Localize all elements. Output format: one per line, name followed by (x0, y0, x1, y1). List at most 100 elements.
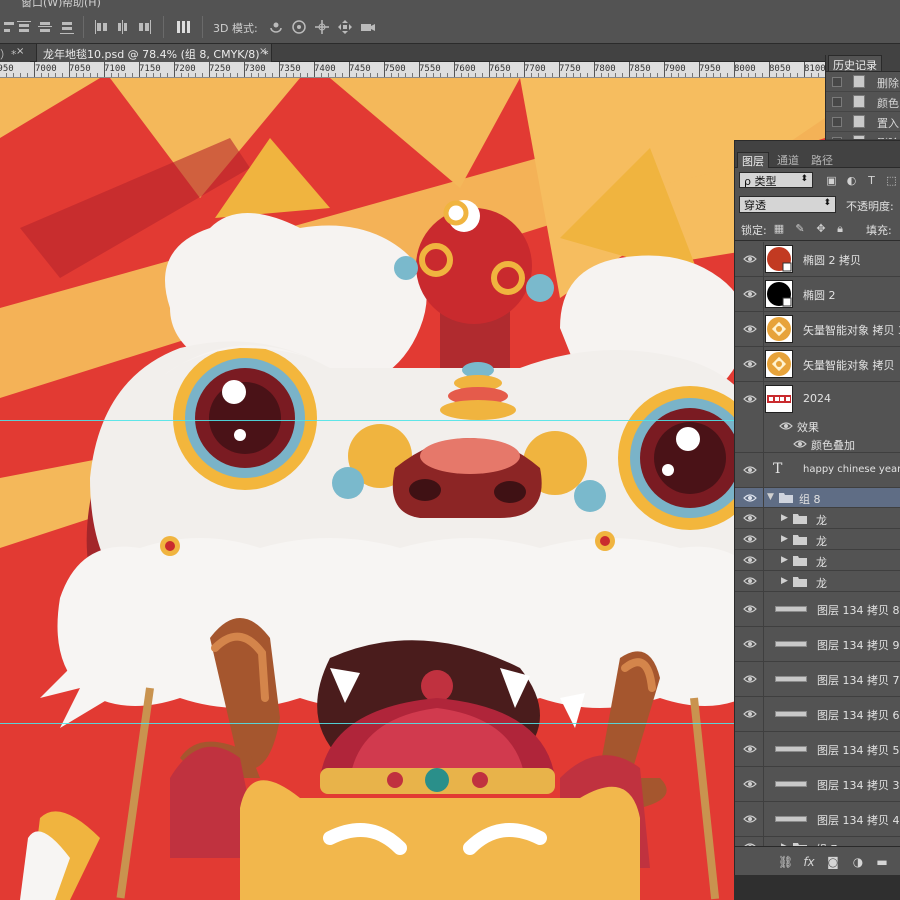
eye-icon[interactable] (743, 289, 757, 299)
history-item[interactable]: 颜色 (826, 92, 900, 112)
layer-group-row[interactable]: ▶ 龙 (735, 571, 900, 592)
eye-icon[interactable] (743, 744, 757, 754)
eye-icon[interactable] (743, 555, 757, 565)
history-item[interactable]: 删除 (826, 132, 900, 140)
auto-align-icon[interactable] (176, 19, 192, 35)
shape-filter-icon[interactable]: ⬚ (885, 174, 898, 187)
lock-all-icon[interactable]: 🔒︎ (834, 223, 846, 235)
eye-icon[interactable] (743, 359, 757, 369)
eye-icon[interactable] (743, 604, 757, 614)
eye-icon[interactable] (793, 439, 807, 449)
horizontal-ruler[interactable]: 6950 7000 7050 7100 7150 7200 7250 7300 … (0, 62, 825, 78)
layer-effect-item[interactable]: 颜色叠加 (735, 435, 900, 453)
guide-line[interactable] (0, 420, 825, 421)
tab-active-document[interactable]: 龙年地毯10.psd @ 78.4% (组 8, CMYK/8) * × (36, 44, 272, 62)
layer-filter-select[interactable]: ρ 类型 ⬍ (739, 172, 813, 188)
history-checkbox[interactable] (832, 97, 842, 107)
chevron-right-icon[interactable]: ▶ (781, 576, 788, 586)
layer-row[interactable]: 图层 134 拷贝 4 (735, 802, 900, 837)
document-canvas[interactable] (0, 78, 825, 900)
adjustment-icon[interactable]: ◑ (851, 855, 865, 869)
layer-group-row[interactable]: ▶ 组 7 (735, 837, 900, 846)
history-item[interactable]: 置入 (826, 112, 900, 132)
layer-row[interactable]: 椭圆 2 (735, 277, 900, 312)
ruler-minor-tick (433, 73, 434, 77)
history-item[interactable]: 删除 (826, 72, 900, 92)
layer-name: 龙 (816, 535, 827, 548)
lock-transparency-icon[interactable]: ▦ (773, 223, 785, 235)
image-filter-icon[interactable]: ▣ (825, 174, 838, 187)
folder-icon[interactable]: ▬ (875, 855, 889, 869)
menu-item-help[interactable]: 帮助(H) (62, 0, 101, 10)
eye-icon[interactable] (743, 324, 757, 334)
adjustment-filter-icon[interactable]: ◐ (845, 174, 858, 187)
align-bottom-icon[interactable] (59, 19, 75, 35)
eye-icon[interactable] (743, 394, 757, 404)
eye-icon[interactable] (743, 576, 757, 586)
eye-icon[interactable] (779, 421, 793, 431)
layer-row[interactable]: 2024 (735, 382, 900, 417)
blend-mode-select[interactable]: 穿透 ⬍ (739, 196, 836, 213)
chevron-right-icon[interactable]: ▶ (781, 555, 788, 565)
distribute-right-icon[interactable] (137, 19, 153, 35)
3d-rotate-icon[interactable] (268, 19, 284, 35)
ruler-minor-tick (818, 73, 819, 77)
eye-icon[interactable] (743, 534, 757, 544)
3d-roll-icon[interactable] (291, 19, 307, 35)
close-icon[interactable]: × (259, 46, 267, 57)
chevron-down-icon[interactable]: ▼ (767, 492, 774, 502)
layer-row[interactable]: 矢量智能对象 拷贝 (735, 347, 900, 382)
3d-camera-icon[interactable] (360, 19, 376, 35)
lock-position-icon[interactable]: ✥ (815, 223, 827, 235)
history-label: 置入 (877, 117, 899, 130)
eye-icon[interactable] (743, 513, 757, 523)
layer-group-row[interactable]: ▶ 龙 (735, 550, 900, 571)
layer-row[interactable]: 图层 134 拷贝 7 (735, 662, 900, 697)
layer-row[interactable]: 图层 134 拷贝 9 (735, 627, 900, 662)
layer-group-row[interactable]: ▶ 龙 (735, 508, 900, 529)
eye-icon[interactable] (743, 779, 757, 789)
eye-icon[interactable] (743, 493, 757, 503)
mask-icon[interactable]: ◙ (826, 855, 840, 869)
menu-item-window[interactable]: 窗口(W) (21, 0, 62, 10)
layer-row[interactable]: T happy chinese year (735, 453, 900, 488)
3d-pan-icon[interactable] (314, 19, 330, 35)
fx-icon[interactable]: fx (802, 855, 816, 869)
3d-slide-icon[interactable] (337, 19, 353, 35)
align-top-icon[interactable] (16, 19, 32, 35)
layer-row[interactable]: 图层 134 拷贝 3 (735, 767, 900, 802)
layer-effects-row[interactable]: 效果 (735, 417, 900, 435)
tab-previous-document[interactable]: ）* × (0, 44, 30, 62)
link-icon[interactable]: ⛓ (778, 855, 793, 869)
eye-icon[interactable] (743, 465, 757, 475)
guide-line[interactable] (0, 723, 825, 724)
tab-layers[interactable]: 图层 (737, 152, 769, 168)
eye-icon[interactable] (743, 814, 757, 824)
align-vcenter-icon[interactable] (37, 19, 53, 35)
ruler-minor-tick (293, 73, 294, 77)
eye-icon[interactable] (743, 639, 757, 649)
layer-row[interactable]: 图层 134 拷贝 6 (735, 697, 900, 732)
layer-row[interactable]: 图层 134 拷贝 5 (735, 732, 900, 767)
tab-channels[interactable]: 通道 (773, 152, 803, 168)
distribute-left-icon[interactable] (93, 19, 109, 35)
chevron-right-icon[interactable]: ▶ (781, 513, 788, 523)
history-checkbox[interactable] (832, 117, 842, 127)
history-checkbox[interactable] (832, 77, 842, 87)
eye-icon[interactable] (743, 709, 757, 719)
eye-icon[interactable] (743, 254, 757, 264)
layer-group-row-selected[interactable]: ▼ 组 8 (735, 488, 900, 508)
tab-paths[interactable]: 路径 (807, 152, 837, 168)
text-filter-icon[interactable]: T (865, 174, 878, 187)
layer-row[interactable]: 椭圆 2 拷贝 (735, 242, 900, 277)
lock-paint-icon[interactable]: ✎ (794, 223, 806, 235)
close-icon[interactable]: × (16, 46, 24, 57)
eye-icon[interactable] (743, 674, 757, 684)
tab-history[interactable]: 历史记录 (828, 55, 882, 72)
layer-group-row[interactable]: ▶ 龙 (735, 529, 900, 550)
distribute-hcenter-icon[interactable] (115, 19, 131, 35)
layer-row[interactable]: 图层 134 拷贝 8 (735, 592, 900, 627)
chevron-right-icon[interactable]: ▶ (781, 534, 788, 544)
layer-row[interactable]: 矢量智能对象 拷贝 3 (735, 312, 900, 347)
ruler-major-tick (769, 62, 770, 77)
